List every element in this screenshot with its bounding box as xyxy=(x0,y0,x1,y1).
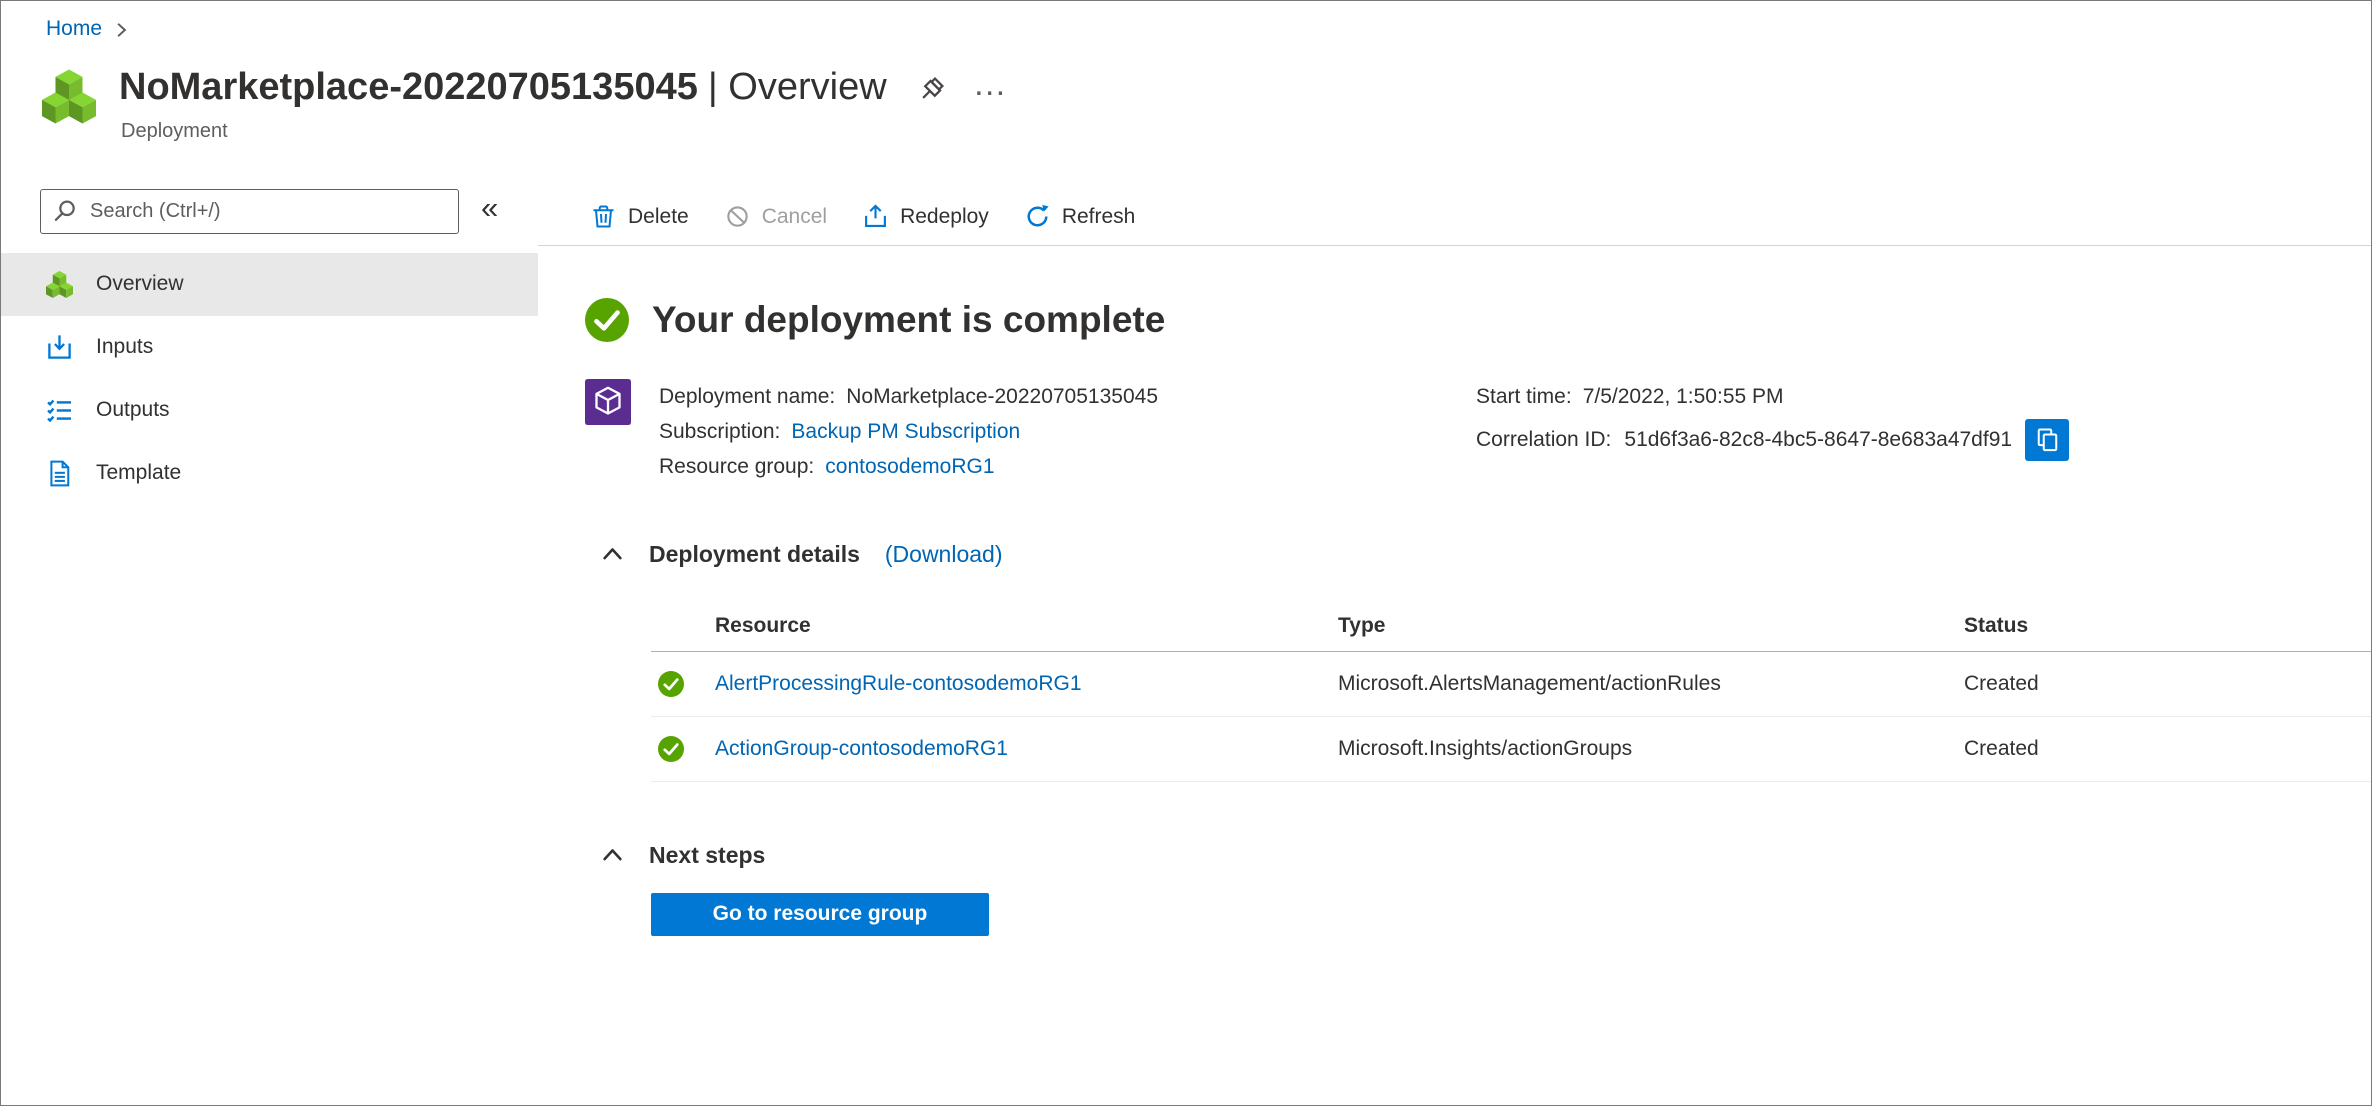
copy-correlation-id-button[interactable] xyxy=(2025,418,2070,461)
sidebar: « Overview Inputs Outputs Template xyxy=(1,188,538,1049)
resource-link[interactable]: AlertProcessingRule-contosodemoRG1 xyxy=(715,672,1338,696)
column-header-resource: Resource xyxy=(715,613,811,637)
outputs-icon xyxy=(46,397,73,424)
deployment-name-title: NoMarketplace-20220705135045 xyxy=(119,66,698,108)
column-header-status: Status xyxy=(1964,613,2029,637)
sidebar-item-overview[interactable]: Overview xyxy=(1,252,538,316)
chevron-up-icon[interactable] xyxy=(601,844,624,867)
more-menu-button[interactable]: … xyxy=(973,67,1009,101)
resource-status: Created xyxy=(1964,736,2039,760)
main-pane: Delete Cancel Redeploy Refresh Your depl… xyxy=(538,189,2371,1049)
chevron-right-icon xyxy=(114,21,129,39)
content-area: « Overview Inputs Outputs Template xyxy=(1,188,2371,1049)
inputs-icon xyxy=(46,334,73,361)
page-title: NoMarketplace-20220705135045 | Overview xyxy=(119,65,887,111)
start-time-value: 7/5/2022, 1:50:55 PM xyxy=(1582,384,1784,408)
page-header: NoMarketplace-20220705135045 | Overview …… xyxy=(1,41,2371,143)
azure-portal-window: Home NoMarketplace-20220705135045 | Overv… xyxy=(0,0,2372,1106)
resource-type: Microsoft.AlertsManagement/actionRules xyxy=(1338,671,1721,695)
deployment-status-row: Your deployment is complete xyxy=(585,298,2371,342)
refresh-icon xyxy=(1025,204,1050,229)
subscription-label: Subscription: xyxy=(659,419,781,443)
page-title-suffix: | Overview xyxy=(707,66,887,108)
start-time-label: Start time: xyxy=(1476,384,1572,408)
template-icon xyxy=(46,460,73,487)
sidebar-item-label: Template xyxy=(96,461,182,485)
success-check-icon xyxy=(585,298,629,342)
resource-status: Created xyxy=(1964,671,2039,695)
resource-group-label: Resource group: xyxy=(659,454,815,478)
download-link[interactable]: (Download) xyxy=(885,541,1003,568)
deployment-details-header: Deployment details (Download) xyxy=(585,541,2371,568)
main-content: Your deployment is complete Deployment n… xyxy=(538,246,2371,936)
resource-group-link[interactable]: contosodemoRG1 xyxy=(825,455,994,478)
correlation-id-value: 51d6f3a6-82c8-4bc5-8647-8e683a47df91 xyxy=(1624,427,2013,451)
redeploy-icon xyxy=(863,204,888,229)
next-steps-title: Next steps xyxy=(649,841,766,868)
breadcrumb: Home xyxy=(1,1,2371,41)
sidebar-collapse-button[interactable]: « xyxy=(481,192,498,231)
sidebar-search-row: « xyxy=(1,188,538,234)
cancel-button[interactable]: Cancel xyxy=(725,204,827,229)
deployment-info-left: Deployment name: NoMarketplace-2022070513… xyxy=(659,379,1158,484)
delete-button-label: Delete xyxy=(628,204,689,228)
status-heading: Your deployment is complete xyxy=(652,298,1166,340)
arm-template-icon xyxy=(585,379,631,425)
deployment-details-table: Resource Type Status AlertProcessingRule… xyxy=(651,601,2371,782)
search-icon xyxy=(53,199,77,223)
search-input[interactable] xyxy=(88,198,446,224)
sidebar-nav: Overview Inputs Outputs Template xyxy=(1,252,538,505)
deployment-name-label: Deployment name: xyxy=(659,384,836,408)
sidebar-item-template[interactable]: Template xyxy=(1,442,538,505)
sidebar-item-label: Inputs xyxy=(96,335,154,359)
table-header-row: Resource Type Status xyxy=(651,601,2371,652)
subscription-link[interactable]: Backup PM Subscription xyxy=(791,420,1020,443)
resource-type: Microsoft.Insights/actionGroups xyxy=(1338,736,1633,760)
deployment-name-value: NoMarketplace-20220705135045 xyxy=(846,384,1158,408)
deployment-info: Deployment name: NoMarketplace-2022070513… xyxy=(585,379,2371,484)
delete-button[interactable]: Delete xyxy=(591,204,689,229)
table-row: ActionGroup-contosodemoRG1 Microsoft.Ins… xyxy=(651,717,2371,782)
command-bar: Delete Cancel Redeploy Refresh xyxy=(538,189,2371,246)
cancel-icon xyxy=(725,204,750,229)
success-check-icon xyxy=(658,671,684,697)
correlation-id-label: Correlation ID: xyxy=(1476,427,1612,451)
deployment-info-right: Start time: 7/5/2022, 1:50:55 PM Correlat… xyxy=(1476,379,2070,461)
sidebar-item-label: Outputs xyxy=(96,398,170,422)
chevron-up-icon[interactable] xyxy=(601,543,624,566)
refresh-button[interactable]: Refresh xyxy=(1025,204,1136,229)
breadcrumb-home-link[interactable]: Home xyxy=(46,17,102,41)
pin-icon[interactable] xyxy=(915,76,945,106)
cancel-button-label: Cancel xyxy=(761,204,828,228)
sidebar-item-label: Overview xyxy=(96,272,184,296)
next-steps-header: Next steps xyxy=(585,842,2371,869)
refresh-button-label: Refresh xyxy=(1061,204,1136,228)
go-to-resource-group-button[interactable]: Go to resource group xyxy=(651,892,989,936)
page-subtitle: Deployment xyxy=(121,119,228,142)
trash-icon xyxy=(591,204,616,229)
redeploy-button-label: Redeploy xyxy=(900,204,989,228)
sidebar-item-outputs[interactable]: Outputs xyxy=(1,379,538,442)
resource-link[interactable]: ActionGroup-contosodemoRG1 xyxy=(715,737,1338,761)
redeploy-button[interactable]: Redeploy xyxy=(863,204,989,229)
deployment-cubes-icon xyxy=(46,271,73,298)
column-header-type: Type xyxy=(1338,613,1386,637)
copy-icon xyxy=(2035,427,2060,452)
success-check-icon xyxy=(658,736,684,762)
search-box xyxy=(40,188,459,234)
sidebar-item-inputs[interactable]: Inputs xyxy=(1,316,538,379)
table-row: AlertProcessingRule-contosodemoRG1 Micro… xyxy=(651,652,2371,717)
deployment-cubes-icon xyxy=(42,68,96,125)
deployment-details-title: Deployment details xyxy=(649,540,860,567)
